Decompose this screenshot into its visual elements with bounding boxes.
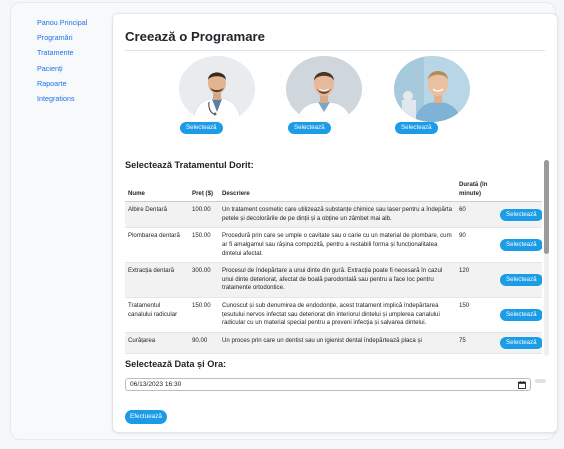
select-treatment-button[interactable]: Selectează [500,274,542,287]
treatment-duration: 75 [456,332,497,354]
column-header-name: Nume [125,179,189,203]
datetime-heading: Selectează Data și Ora: [125,359,227,369]
treatment-duration: 120 [456,262,497,298]
treatment-price: 90.00 [189,332,219,354]
treatment-price: 300.00 [189,262,219,298]
treatment-price: 150.00 [189,227,219,264]
treatment-description: Procedură prin care se umple o cavitate … [219,227,456,264]
treatments-table-container: Nume Preț ($) Descriere Durată (în minut… [125,179,542,359]
sidebar-item-treatments[interactable]: Tratamente [37,48,87,63]
sidebar-item-integrations[interactable]: Integrations [37,94,87,109]
sidebar-nav: Panou Principal Programări Tratamente Pa… [37,18,87,109]
select-doctor-3-button[interactable]: Selectează [395,122,438,134]
treatment-name: Curățarea [125,332,189,354]
table-row: Albire Dentară 100.00 Un tratament cosme… [125,201,542,229]
doctor-card-3: Selectează [394,56,472,136]
treatment-duration: 90 [456,227,497,264]
sidebar-item-patients[interactable]: Pacienți [37,64,87,79]
treatments-heading: Selectează Tratamentul Dorit: [125,160,254,170]
page-title: Creează o Programare [125,29,266,44]
table-header-row: Nume Preț ($) Descriere Durată (în minut… [125,179,542,203]
sidebar-item-appointments[interactable]: Programări [37,33,87,48]
calendar-icon[interactable] [518,381,526,389]
treatment-price: 100.00 [189,201,219,229]
column-header-duration: Durată (în minute) [456,179,497,203]
table-row: Extracția dentară 300.00 Procesul de înd… [125,262,542,298]
treatment-duration: 150 [456,297,497,333]
horizontal-scroll-indicator [535,379,546,383]
app-frame: Panou Principal Programări Tratamente Pa… [10,2,558,440]
doctor-photo-3 [394,56,470,122]
table-scrollbar-thumb[interactable] [544,160,549,254]
treatment-description: Procesul de îndepărtare a unui dinte din… [219,262,456,298]
datetime-value: 06/13/2023 16:30 [130,381,182,388]
select-treatment-button[interactable]: Selectează [500,336,542,349]
datetime-input[interactable]: 06/13/2023 16:30 [125,378,531,391]
treatment-duration: 60 [456,201,497,229]
select-treatment-button[interactable]: Selectează [500,208,542,221]
doctor-photo-2 [286,56,362,122]
column-header-description: Descriere [219,179,456,203]
table-row: Plombarea dentară 150.00 Procedură prin … [125,227,542,264]
sidebar-item-reports[interactable]: Rapoarte [37,79,87,94]
table-row: Tratamentul canalului radicular 150.00 C… [125,297,542,333]
sidebar-item-dashboard[interactable]: Panou Principal [37,18,87,33]
treatment-description: Un proces prin care un dentist sau un ig… [219,332,456,354]
select-doctor-2-button[interactable]: Selectează [288,122,331,134]
doctor-photo-1 [179,56,255,122]
treatment-description: Un tratament cosmetic care utilizează su… [219,201,456,229]
column-header-price: Preț ($) [189,179,219,203]
select-doctor-1-button[interactable]: Selectează [180,122,223,134]
doctor-card-1: Selectează [179,56,257,136]
treatment-price: 150.00 [189,297,219,333]
treatment-description: Cunoscut și sub denumirea de endodonție,… [219,297,456,333]
title-divider [125,50,545,51]
doctor-card-2: Selectează [286,56,364,136]
select-treatment-button[interactable]: Selectează [500,239,542,252]
treatment-name: Albire Dentară [125,201,189,229]
appointment-card: Creează o Programare Selectează Selectea… [112,13,558,433]
table-row: Curățarea 90.00 Un proces prin care un d… [125,332,542,354]
treatment-name: Tratamentul canalului radicular [125,297,189,333]
treatment-name: Plombarea dentară [125,227,189,264]
column-header-action [497,179,542,203]
select-treatment-button[interactable]: Selectează [500,308,542,321]
submit-appointment-button[interactable]: Efectuează [125,410,167,424]
treatments-table: Nume Preț ($) Descriere Durată (în minut… [125,179,542,354]
treatment-name: Extracția dentară [125,262,189,298]
